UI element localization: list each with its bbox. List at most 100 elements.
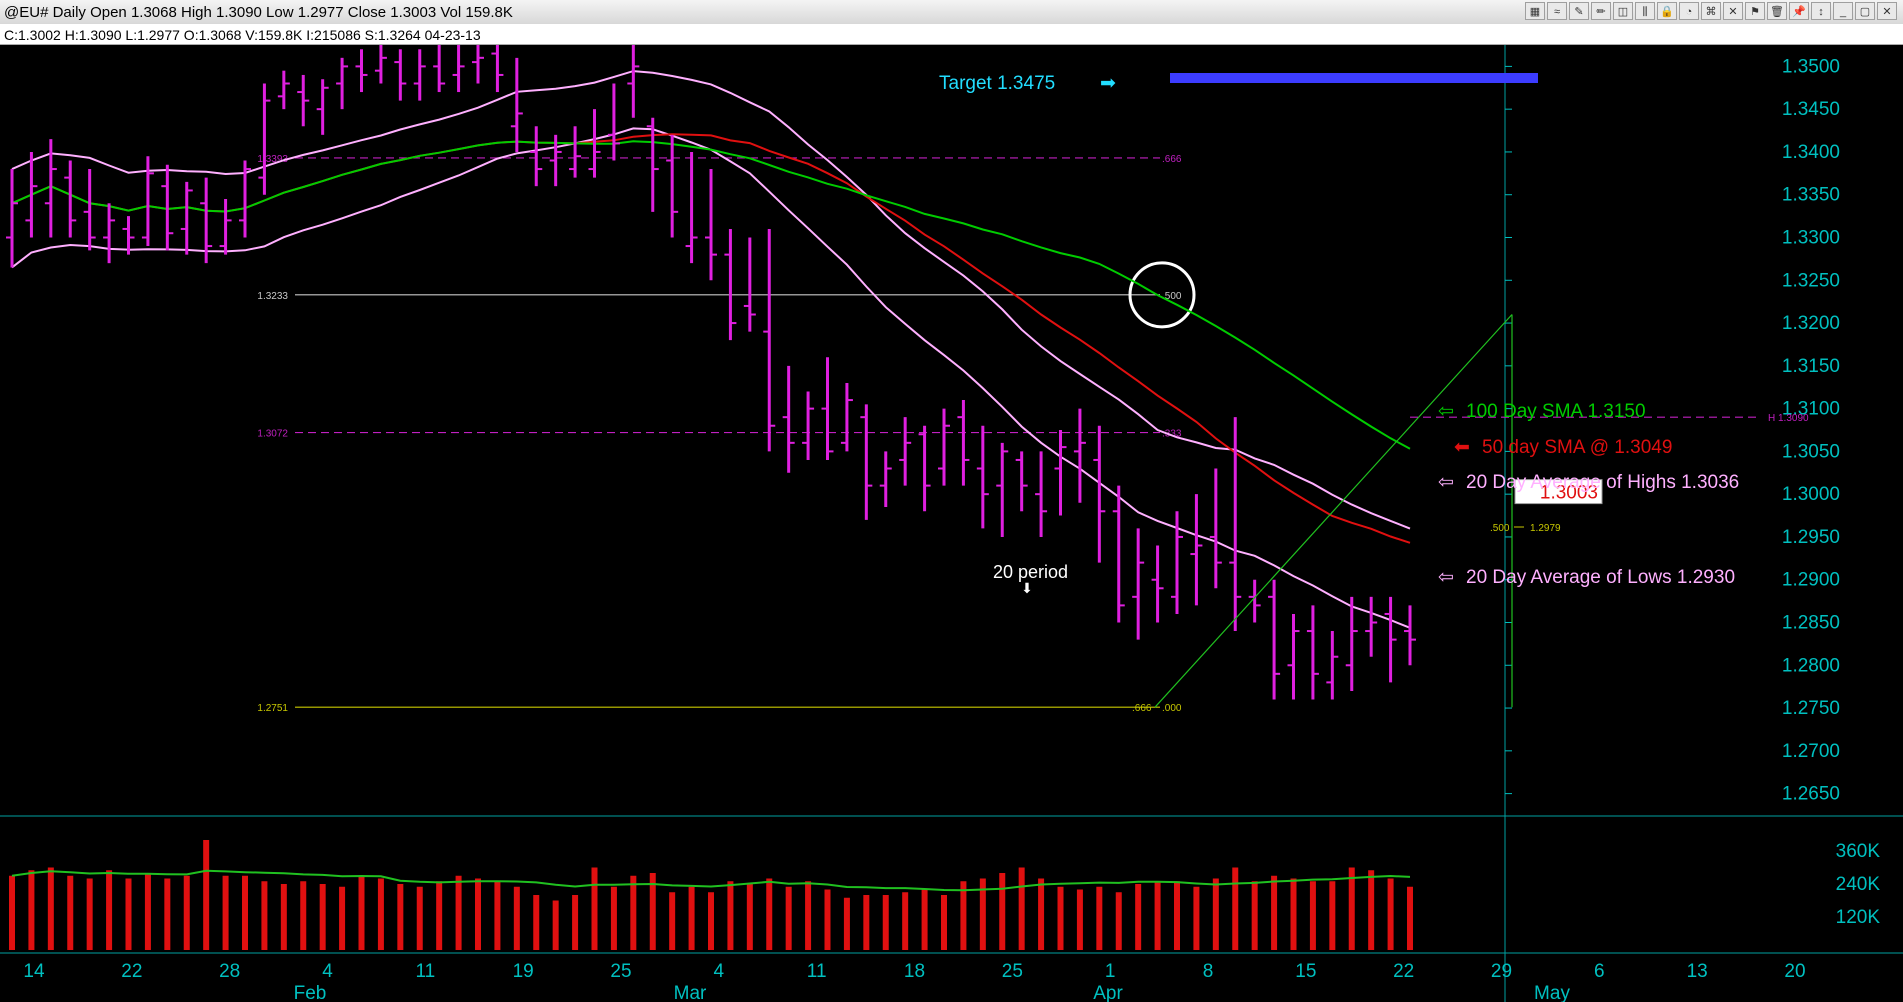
bar-type-icon[interactable]: ⫼ <box>1635 2 1655 20</box>
drawing-icon[interactable]: ✎ <box>1569 2 1589 20</box>
volume-bar <box>805 881 812 950</box>
volume-bar <box>1232 867 1239 950</box>
volume-bar <box>300 881 307 950</box>
retrace-ratio: .500 <box>1490 523 1510 534</box>
month-label: May <box>1534 983 1570 1002</box>
volume-bar <box>1212 878 1219 950</box>
price-tick-label: 1.2800 <box>1782 655 1840 676</box>
target-arrow: ➡ <box>1100 73 1116 94</box>
overlay-arrow: ⇦ <box>1438 567 1454 588</box>
volume-bar <box>183 875 190 950</box>
volume-bar <box>222 875 229 950</box>
volume-bar <box>999 873 1006 950</box>
target-label: Target 1.3475 <box>939 73 1055 94</box>
volume-bar <box>203 840 210 950</box>
volume-bar <box>397 884 404 950</box>
volume-bar <box>9 875 15 950</box>
price-tick-label: 1.3500 <box>1782 56 1840 77</box>
volume-bar <box>708 892 714 950</box>
minimize-icon[interactable]: _ <box>1833 2 1853 20</box>
volume-avg-line <box>11 869 1411 892</box>
fib-icon[interactable]: ⌘ <box>1701 2 1721 20</box>
date-tick-label: 20 <box>1784 961 1805 982</box>
close-icon[interactable]: ✕ <box>1877 2 1897 20</box>
price-tick-label: 1.3300 <box>1782 228 1840 249</box>
price-tick-label: 1.2850 <box>1782 613 1840 634</box>
fib-price-label: 1.3233 <box>257 291 288 302</box>
chart-area: 1.3500 1.3450 1.3400 1.3350 1.3300 1.3250 1.32… <box>0 45 1903 1002</box>
lines-icon[interactable]: ≈ <box>1547 2 1567 20</box>
volume-bar <box>533 895 540 950</box>
bars-icon[interactable]: ▦ <box>1525 2 1545 20</box>
date-tick-label: 19 <box>513 961 534 982</box>
trash-icon[interactable]: 🗑 <box>1767 2 1787 20</box>
month-label: Apr <box>1093 983 1123 1002</box>
price-tick-label: 1.2950 <box>1782 527 1840 548</box>
pen-icon[interactable]: ✏ <box>1591 2 1611 20</box>
volume-bar <box>785 886 792 950</box>
volume-bar <box>960 881 967 950</box>
price-tick-label: 1.3450 <box>1782 99 1840 120</box>
volume-bar <box>1251 881 1258 950</box>
cycle-icon[interactable]: ◔ <box>1679 2 1699 20</box>
volume-bar <box>1018 867 1025 950</box>
date-tick-label: 11 <box>807 961 827 982</box>
volume-bar <box>67 875 74 950</box>
fib-overlap-label: .666 <box>1132 703 1152 714</box>
volume-bar <box>106 870 113 950</box>
flag-icon[interactable]: ⚑ <box>1745 2 1765 20</box>
volume-bar <box>591 867 598 950</box>
volume-bar <box>47 867 54 950</box>
price-tick-label: 1.3200 <box>1782 313 1840 334</box>
date-tick-label: 25 <box>610 961 631 982</box>
overlay-label: 20 Day Average of Lows 1.2930 <box>1466 567 1735 588</box>
volume-bar <box>436 881 443 950</box>
pin-icon[interactable]: 📌 <box>1789 2 1809 20</box>
volume-bar <box>358 875 365 950</box>
volume-bar <box>688 886 695 950</box>
volume-bar <box>1174 881 1180 950</box>
volume-bar <box>164 878 171 950</box>
volume-bar <box>1329 881 1336 950</box>
price-tick-label: 1.2650 <box>1782 784 1840 805</box>
volume-bar <box>1154 881 1161 950</box>
date-tick-label: 14 <box>23 961 45 982</box>
date-tick-label: 18 <box>904 961 925 982</box>
fib-price-label: 1.2751 <box>257 703 288 714</box>
volume-bar <box>1348 867 1355 950</box>
overlay-arrow: ⇦ <box>1438 472 1454 493</box>
volume-bar <box>455 875 462 950</box>
date-tick-label: 25 <box>1002 961 1023 982</box>
date-tick-label: 1 <box>1105 961 1116 982</box>
date-tick-label: 22 <box>1393 961 1414 982</box>
volume-bar <box>261 881 268 950</box>
volume-bar <box>1038 878 1045 950</box>
volume-bar <box>494 881 501 950</box>
delete-icon[interactable]: ✕ <box>1723 2 1743 20</box>
volume-bar <box>1115 892 1122 950</box>
volume-bar <box>1387 878 1394 950</box>
fib-ratio-label: .666 <box>1162 154 1182 165</box>
overlay-arrow: ⬅ <box>1454 437 1470 458</box>
ruler-icon[interactable]: ◫ <box>1613 2 1633 20</box>
price-tick-label: 1.3400 <box>1782 142 1840 163</box>
volume-bar <box>1407 886 1413 950</box>
lock-icon[interactable]: 🔒 <box>1657 2 1677 20</box>
volume-bar <box>1193 886 1200 950</box>
date-tick-label: 4 <box>322 961 333 982</box>
volume-bar <box>630 875 637 950</box>
price-tick-label: 1.2900 <box>1782 570 1840 591</box>
volume-bar <box>1368 870 1375 950</box>
volume-bar <box>746 884 753 950</box>
date-tick-label: 8 <box>1203 961 1214 982</box>
volume-tick-label: 120K <box>1836 907 1881 928</box>
volume-bar <box>1271 875 1278 950</box>
date-tick-label: 15 <box>1295 961 1316 982</box>
scroll-icon[interactable]: ↕ <box>1811 2 1831 20</box>
date-tick-label: 4 <box>714 961 725 982</box>
date-tick-label: 28 <box>219 961 240 982</box>
restore-icon[interactable]: ▢ <box>1855 2 1875 20</box>
date-tick-label: 13 <box>1687 961 1708 982</box>
volume-bar <box>319 884 326 950</box>
overlay-label: 20 Day Average of Highs 1.3036 <box>1466 472 1739 493</box>
